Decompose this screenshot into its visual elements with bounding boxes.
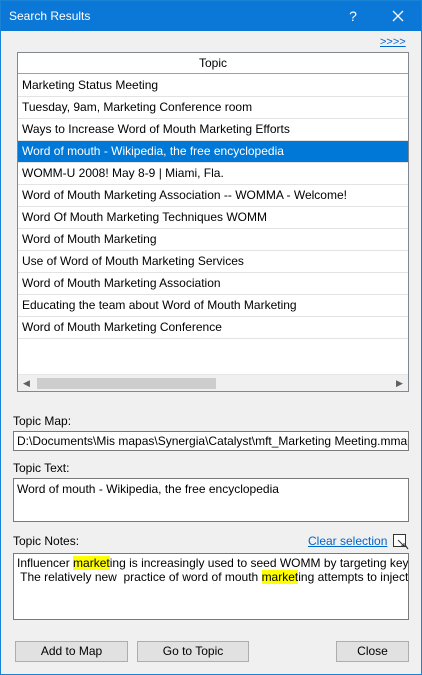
table-row[interactable]: Word of Mouth Marketing — [18, 229, 408, 251]
column-header-topic[interactable]: Topic — [18, 53, 408, 74]
search-highlight: market — [73, 556, 110, 570]
topic-map-label: Topic Map: — [13, 414, 72, 428]
results-list: Marketing Status Meeting Tuesday, 9am, Ma… — [18, 75, 408, 339]
table-row[interactable]: Educating the team about Word of Mouth M… — [18, 295, 408, 317]
title-bar[interactable]: Search Results ? — [1, 1, 421, 31]
notes-line: The relatively new practice of word of m… — [17, 570, 408, 584]
scrollbar-thumb[interactable] — [37, 378, 216, 389]
horizontal-scrollbar[interactable]: ◀ ▶ — [18, 374, 408, 391]
table-row[interactable]: Ways to Increase Word of Mouth Marketing… — [18, 119, 408, 141]
notes-text: Influencer — [17, 556, 74, 570]
table-row[interactable]: Word Of Mouth Marketing Techniques WOMM — [18, 207, 408, 229]
clear-selection-link[interactable]: Clear selection — [308, 534, 387, 548]
table-row[interactable]: Word of Mouth Marketing Conference — [18, 317, 408, 339]
expand-link[interactable]: >>>> — [380, 36, 406, 48]
table-row[interactable]: Word of mouth - Wikipedia, the free ency… — [18, 141, 408, 163]
notes-line: Influencer marketing is increasingly use… — [17, 556, 408, 570]
search-results-dialog: Search Results ? >>>> Topic Marketing St… — [0, 0, 422, 675]
table-row[interactable]: Use of Word of Mouth Marketing Services — [18, 251, 408, 273]
chevron-left-icon[interactable]: ◀ — [18, 375, 35, 392]
add-to-map-button[interactable]: Add to Map — [15, 641, 128, 662]
table-row[interactable]: Word of Mouth Marketing Association -- W… — [18, 185, 408, 207]
topic-map-field[interactable]: D:\Documents\Mis mapas\Synergia\Catalyst… — [13, 431, 409, 451]
table-row[interactable]: WOMM-U 2008! May 8-9 | Miami, Fla. — [18, 163, 408, 185]
topic-notes-field[interactable]: Influencer marketing is increasingly use… — [13, 553, 409, 620]
go-to-topic-button[interactable]: Go to Topic — [137, 641, 249, 662]
topic-text-field[interactable]: Word of mouth - Wikipedia, the free ency… — [13, 478, 409, 522]
close-button[interactable]: Close — [336, 641, 409, 662]
search-highlight: market — [261, 570, 299, 584]
table-row[interactable]: Word of Mouth Marketing Association — [18, 273, 408, 295]
notes-text: ing attempts to inject ... — [298, 570, 409, 584]
notes-text: The relatively new practice of word of m… — [17, 570, 262, 584]
topic-text-label: Topic Text: — [13, 461, 70, 475]
notes-edit-icon[interactable] — [392, 533, 409, 550]
topic-notes-label: Topic Notes: — [13, 534, 80, 548]
chevron-right-icon[interactable]: ▶ — [391, 375, 408, 392]
help-button[interactable]: ? — [341, 6, 365, 26]
table-row[interactable]: Tuesday, 9am, Marketing Conference room — [18, 97, 408, 119]
notes-text: ing is increasingly used to seed WOMM by… — [109, 556, 409, 570]
close-icon[interactable] — [384, 4, 412, 28]
window-title: Search Results — [9, 9, 91, 23]
table-row[interactable]: Marketing Status Meeting — [18, 75, 408, 97]
results-grid[interactable]: Topic Marketing Status Meeting Tuesday, 9… — [17, 52, 409, 392]
